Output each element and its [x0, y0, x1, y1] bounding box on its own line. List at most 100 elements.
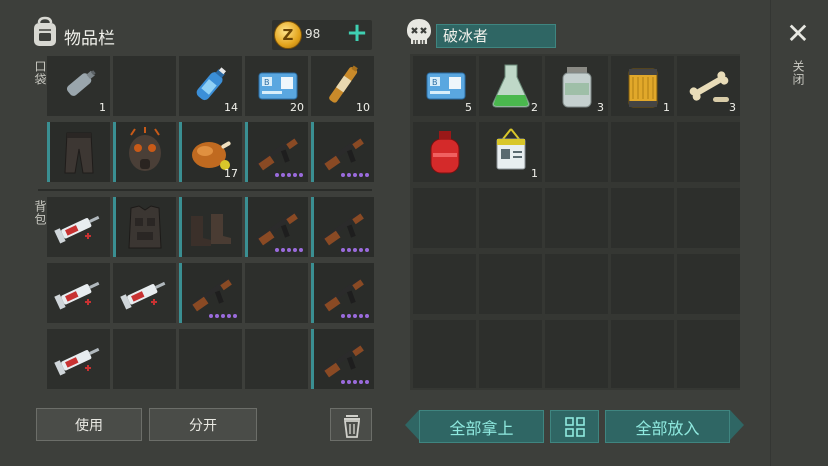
coin-icon: Z [274, 21, 302, 49]
empty-slot[interactable] [677, 188, 740, 248]
grid-icon [564, 416, 585, 437]
slot-plastic-bottle[interactable]: 1 [47, 56, 110, 116]
use-button[interactable]: 使用 [36, 408, 142, 441]
slot-pants[interactable] [47, 122, 110, 182]
boots-icon [191, 214, 231, 246]
empty-slot[interactable] [113, 329, 176, 389]
equip-marker [179, 197, 182, 257]
empty-slot[interactable] [413, 188, 476, 248]
rarity-dots [275, 248, 303, 252]
empty-slot[interactable] [179, 329, 242, 389]
split-button[interactable]: 分开 [149, 408, 257, 441]
empty-slot[interactable] [245, 329, 308, 389]
section-divider [38, 189, 372, 191]
slot-roast-chicken[interactable]: 17 [179, 122, 242, 182]
empty-slot[interactable] [677, 320, 740, 388]
slot-ak-rifle[interactable] [311, 329, 374, 389]
slot-jar[interactable]: 3 [545, 56, 608, 116]
sector-b-keycard-icon: B [426, 72, 466, 100]
slot-id-badge[interactable]: 1 [479, 122, 542, 182]
slot-gas-mask[interactable] [113, 122, 176, 182]
slot-ak-rifle[interactable] [179, 263, 242, 323]
slot-water-bottle[interactable]: 14 [179, 56, 242, 116]
empty-slot[interactable] [479, 254, 542, 314]
item-count: 17 [224, 167, 238, 180]
plastic-bottle-icon [66, 70, 96, 96]
close-label[interactable]: 关闭 [790, 60, 807, 86]
slot-ak-rifle[interactable] [245, 122, 308, 182]
equip-marker [311, 122, 314, 182]
close-icon[interactable]: ✕ [786, 20, 810, 48]
bones-icon [689, 71, 729, 102]
rarity-dots [341, 380, 369, 384]
equip-marker [245, 197, 248, 257]
slot-ak-rifle[interactable] [311, 197, 374, 257]
slot-gas-canister[interactable] [413, 122, 476, 182]
slot-ampoule[interactable]: 10 [311, 56, 374, 116]
slot-sector-b-keycard[interactable]: B 20 [245, 56, 308, 116]
slot-boots[interactable] [179, 197, 242, 257]
slot-syringe[interactable] [113, 263, 176, 323]
item-count: 1 [663, 101, 670, 114]
item-count: 1 [531, 167, 538, 180]
slot-body-armor[interactable] [113, 197, 176, 257]
empty-slot[interactable] [545, 254, 608, 314]
equip-marker [245, 122, 248, 182]
inventory-title: 物品栏 [64, 29, 115, 49]
equip-marker [311, 329, 314, 389]
add-coins-button[interactable]: + [344, 20, 370, 48]
empty-slot[interactable] [413, 254, 476, 314]
backpack-icon [34, 16, 56, 46]
slot-ak-rifle[interactable] [245, 197, 308, 257]
empty-slot[interactable] [611, 320, 674, 388]
trash-button[interactable] [330, 408, 372, 441]
empty-slot[interactable] [677, 122, 740, 182]
ak-rifle-icon [189, 277, 232, 312]
take-all-arrow [405, 410, 419, 440]
id-badge-icon [496, 128, 526, 170]
item-count: 5 [465, 101, 472, 114]
item-count: 14 [224, 101, 238, 114]
empty-slot[interactable] [479, 320, 542, 388]
empty-slot[interactable] [611, 188, 674, 248]
item-count: 20 [290, 101, 304, 114]
empty-slot[interactable] [545, 320, 608, 388]
empty-slot[interactable] [413, 320, 476, 388]
body-armor-icon [128, 205, 162, 249]
equip-marker [311, 197, 314, 257]
loot-container-name: 破冰者 [436, 24, 556, 48]
sort-button[interactable] [550, 410, 599, 443]
equip-marker [113, 122, 116, 182]
equip-marker [113, 197, 116, 257]
empty-slot[interactable] [113, 56, 176, 116]
slot-flask[interactable]: 2 [479, 56, 542, 116]
item-count: 10 [356, 101, 370, 114]
trash-icon [343, 415, 361, 438]
svg-text:B: B [432, 78, 438, 87]
put-all-button[interactable]: 全部放入 [605, 410, 730, 443]
slot-syringe[interactable] [47, 329, 110, 389]
empty-slot[interactable] [479, 188, 542, 248]
empty-slot[interactable] [677, 254, 740, 314]
empty-slot[interactable] [545, 122, 608, 182]
coin-count: 98 [305, 27, 321, 41]
slot-filter[interactable]: 1 [611, 56, 674, 116]
slot-sector-b-keycard[interactable]: B5 [413, 56, 476, 116]
slot-syringe[interactable] [47, 197, 110, 257]
empty-slot[interactable] [545, 188, 608, 248]
skull-icon [407, 19, 431, 44]
rarity-dots [341, 314, 369, 318]
jar-icon [562, 67, 592, 108]
empty-slot[interactable] [611, 254, 674, 314]
put-all-arrow [730, 410, 744, 440]
slot-ak-rifle[interactable] [311, 263, 374, 323]
slot-bones[interactable]: 3 [677, 56, 740, 116]
gas-canister-icon [430, 131, 460, 174]
slot-ak-rifle[interactable] [311, 122, 374, 182]
take-all-button[interactable]: 全部拿上 [419, 410, 544, 443]
slot-syringe[interactable] [47, 263, 110, 323]
empty-slot[interactable] [245, 263, 308, 323]
syringe-icon [54, 347, 100, 376]
ak-rifle-icon [321, 211, 364, 246]
empty-slot[interactable] [611, 122, 674, 182]
